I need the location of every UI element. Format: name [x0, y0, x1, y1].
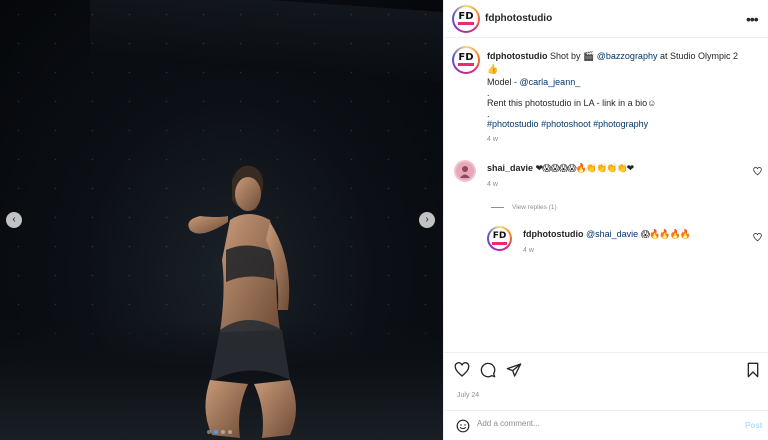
hashtag[interactable]: #photoshoot	[541, 119, 591, 129]
bookmark-icon[interactable]	[745, 362, 761, 378]
caption: fdphotostudio Shot by 🎬 @bazzography at …	[487, 50, 765, 146]
caption-location: at Studio Olympic 2	[659, 51, 739, 61]
logo-stripe	[457, 63, 475, 67]
chevron-left-icon: ‹	[12, 214, 16, 225]
next-slide-button[interactable]: ›	[419, 212, 435, 228]
carousel-indicator	[207, 430, 232, 434]
reply-like-heart-icon[interactable]	[753, 233, 762, 242]
caption-username[interactable]: fdphotostudio	[487, 51, 547, 61]
hashtag[interactable]: #photography	[593, 119, 648, 129]
reply-avatar[interactable]: FD	[487, 226, 512, 251]
logo-text: FD	[458, 11, 474, 23]
caption-dot: .	[487, 109, 490, 119]
prev-slide-button[interactable]: ‹	[6, 212, 22, 228]
logo-stripe	[491, 241, 508, 245]
caption-shot-by: Shot by	[550, 51, 581, 61]
post-details-pane: FD fdphotostudio ••• FD fdphotostudio Sh…	[443, 0, 768, 440]
reply-mention[interactable]: @shai_davie	[586, 229, 638, 239]
comment-time: 4 w	[487, 181, 498, 188]
user-photo-icon	[460, 166, 470, 178]
action-bar	[444, 352, 768, 386]
comment-icon[interactable]	[480, 362, 496, 378]
instagram-post-modal: ‹ › FD fdphotostudio ••• FD fdphotostudi…	[0, 0, 768, 440]
view-replies-label: View replies (1)	[512, 204, 557, 211]
carousel-dot[interactable]	[207, 430, 211, 434]
heart-icon[interactable]	[454, 362, 470, 378]
logo-text: FD	[458, 52, 474, 64]
model-label: Model -	[487, 77, 518, 87]
hashtag[interactable]: #photostudio	[487, 119, 539, 129]
comment-username[interactable]: shai_davie	[487, 163, 533, 173]
view-replies-button[interactable]: View replies (1)	[491, 204, 557, 211]
hashtags: #photostudio #photoshoot #photography	[487, 118, 765, 131]
header-username[interactable]: fdphotostudio	[485, 13, 552, 24]
commenter-avatar[interactable]	[454, 160, 476, 182]
model-figure	[188, 165, 296, 438]
post-photo[interactable]: ‹ ›	[0, 0, 443, 440]
carousel-dot[interactable]	[228, 430, 232, 434]
chevron-right-icon: ›	[425, 214, 429, 225]
comment-text: ❤😱😱😱😱🔥👏👏👏👏❤	[535, 163, 635, 173]
caption-dot: .	[487, 88, 490, 98]
photographer-mention[interactable]: @bazzography	[597, 51, 658, 61]
post-comment-button[interactable]: Post	[745, 421, 762, 430]
smile-icon[interactable]	[456, 419, 470, 433]
reply-text: 😱🔥🔥🔥🔥	[640, 229, 691, 239]
caption-time: 4 w	[487, 136, 498, 143]
reply-comment: fdphotostudio @shai_davie 😱🔥🔥🔥🔥 4 w	[523, 228, 743, 257]
comment: shai_davie ❤😱😱😱😱🔥👏👏👏👏❤ 4 w	[487, 162, 757, 191]
carousel-dot[interactable]	[221, 430, 225, 434]
post-date[interactable]: July 24	[457, 392, 479, 399]
post-header: FD fdphotostudio •••	[444, 0, 768, 38]
comment-like-heart-icon[interactable]	[753, 167, 762, 176]
model-mention[interactable]: @carla_jeann_	[520, 77, 581, 87]
logo-text: FD	[492, 231, 507, 242]
paper-plane-icon[interactable]	[506, 362, 522, 378]
camera-emoji: 🎬	[583, 51, 595, 61]
add-comment-input[interactable]	[477, 419, 717, 428]
caption-avatar[interactable]: FD	[452, 46, 480, 74]
reply-time: 4 w	[523, 247, 534, 254]
add-comment-bar: Post	[444, 410, 768, 440]
avatar[interactable]: FD	[452, 5, 480, 33]
thumbs-emoji: 👍	[487, 64, 499, 74]
carousel-dot[interactable]	[214, 430, 218, 434]
divider	[491, 207, 504, 208]
rent-text: Rent this photostudio in LA - link in a …	[487, 98, 657, 108]
logo-stripe	[457, 22, 475, 26]
reply-username[interactable]: fdphotostudio	[523, 229, 583, 239]
more-icon[interactable]: •••	[746, 12, 759, 26]
